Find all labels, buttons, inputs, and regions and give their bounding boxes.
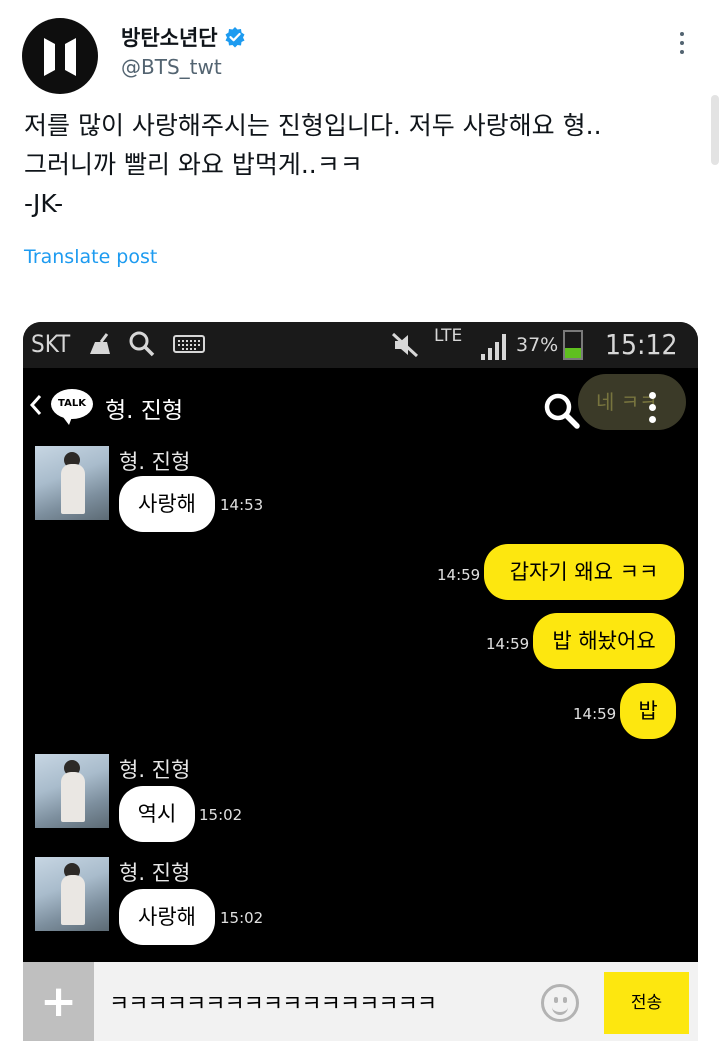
message-time: 15:02 [199,806,243,824]
message-input-bar: + ㅋㅋㅋㅋㅋㅋㅋㅋㅋㅋㅋㅋㅋㅋㅋㅋㅋ 전송 [23,962,698,1041]
bts-logo-icon [44,38,76,76]
sender-name: 형. 진형 [119,861,191,885]
sender-avatar[interactable] [35,857,109,931]
verified-badge-icon [225,27,245,48]
message-bubble[interactable]: 갑자기 왜요 ㅋㅋ [484,544,684,600]
sender-avatar[interactable] [35,754,109,828]
keyboard-icon [173,335,205,353]
network-label: LTE [434,326,463,346]
attached-screenshot[interactable]: SKT LTE 37% 15:12 TALK 형. 진형 네 ㅋㅋ 형. 진형 … [23,322,698,1041]
mute-icon [391,332,419,358]
battery-icon [563,330,583,360]
send-button[interactable]: 전송 [604,972,689,1034]
message-bubble[interactable]: 밥 [620,683,676,739]
chat-title: 형. 진형 [105,398,184,424]
tweet-text: 저를 많이 사랑해주시는 진형입니다. 저두 사랑해요 형.. 그러니까 빨리 … [24,111,602,218]
signal-icon [481,334,506,360]
overlay-bubble: 네 ㅋㅋ [578,374,686,430]
message-bubble[interactable]: 역시 [119,786,195,842]
battery-percent: 37% [516,334,559,356]
kakaotalk-logo: TALK [51,389,93,425]
message-input[interactable]: ㅋㅋㅋㅋㅋㅋㅋㅋㅋㅋㅋㅋㅋㅋㅋㅋㅋ [109,986,437,1018]
translate-post-link[interactable]: Translate post [24,246,157,268]
message-time: 14:59 [486,635,530,653]
attach-plus-button[interactable]: + [23,962,94,1041]
message-bubble[interactable]: 밥 해놨어요 [533,613,675,669]
scrollbar[interactable] [711,95,719,165]
chat-header: TALK 형. 진형 네 ㅋㅋ [23,368,698,444]
search-icon [129,331,155,357]
sender-avatar[interactable] [35,446,109,520]
message-time: 14:53 [220,496,264,514]
sender-name: 형. 진형 [119,450,191,474]
message-bubble[interactable]: 사랑해 [119,476,215,532]
more-options-icon[interactable] [672,32,692,62]
clock: 15:12 [605,328,678,361]
chat-menu-icon[interactable] [649,392,657,428]
carrier-label: SKT [31,330,71,358]
status-bar: SKT LTE 37% 15:12 [23,322,698,368]
message-time: 15:02 [220,909,264,927]
message-bubble[interactable]: 사랑해 [119,889,215,945]
emoticon-icon[interactable] [541,984,579,1022]
cleaning-icon [90,333,110,354]
user-handle[interactable]: @BTS_twt [121,55,222,79]
profile-avatar[interactable] [22,18,98,94]
message-time: 14:59 [573,705,617,723]
display-name[interactable]: 방탄소년단 [121,22,246,52]
chevron-left-icon[interactable] [29,394,43,416]
sender-name: 형. 진형 [119,758,191,782]
message-time: 14:59 [437,566,481,584]
chat-search-icon[interactable] [543,392,581,430]
